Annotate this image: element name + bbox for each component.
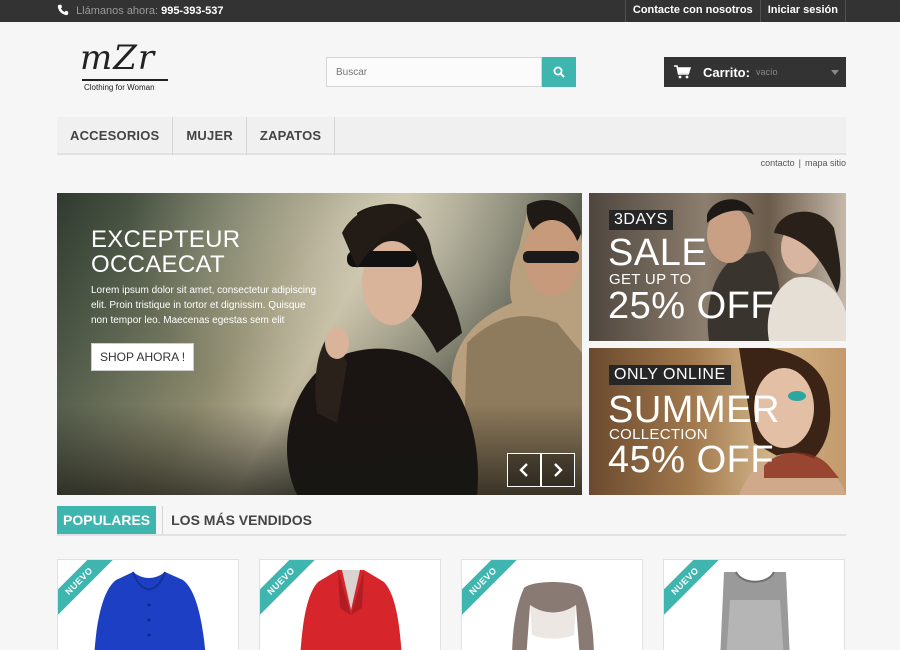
slider-nav	[507, 453, 575, 487]
promo-tag: ONLY ONLINE	[609, 365, 731, 385]
sitemap-sublink[interactable]: mapa sitio	[805, 158, 846, 168]
phone-label: Llámanos ahora:	[76, 5, 159, 17]
promo-headline: SUMMER	[608, 389, 780, 431]
chevron-right-icon	[554, 463, 563, 477]
contact-link[interactable]: Contacte con nosotros	[624, 0, 760, 22]
logo-tagline: Clothing for Woman	[84, 83, 155, 92]
slide-title: EXCEPTEUR OCCAECAT	[91, 226, 241, 278]
menu-item-zapatos[interactable]: ZAPATOS	[247, 117, 336, 155]
cart-icon	[674, 65, 691, 79]
product-card[interactable]: NUEVO	[461, 559, 643, 650]
top-links: Contacte con nosotros Iniciar sesión	[624, 0, 846, 22]
search-button[interactable]	[542, 57, 576, 87]
phone-info: Llámanos ahora: 995-393-537	[57, 4, 223, 17]
tab-populares[interactable]: POPULARES	[57, 506, 157, 534]
slider-prev-button[interactable]	[507, 453, 541, 487]
phone-icon	[57, 4, 69, 16]
slide-body: Lorem ipsum dolor sit amet, consectetur …	[91, 285, 317, 326]
contact-sublink[interactable]: contacto	[761, 158, 795, 168]
search-box	[326, 57, 576, 87]
search-icon	[553, 66, 565, 78]
product-card[interactable]: NUEVO	[663, 559, 845, 650]
tab-best-sellers[interactable]: LOS MÁS VENDIDOS	[162, 506, 320, 534]
slider-next-button[interactable]	[541, 453, 575, 487]
promo-tag: 3DAYS	[609, 210, 673, 230]
sublink-separator: |	[798, 158, 801, 168]
promo-banner-sale[interactable]: 3DAYS SALE GET UP TO 25% OFF	[589, 193, 846, 341]
cart-label: Carrito:	[703, 64, 750, 80]
product-card[interactable]: NUEVO	[259, 559, 441, 650]
promo-discount: 25% OFF	[608, 285, 775, 327]
promo-headline: SALE	[608, 232, 708, 274]
slider-shade	[57, 405, 582, 495]
search-input[interactable]	[326, 57, 542, 87]
sub-links: contacto | mapa sitio	[761, 158, 846, 168]
phone-number[interactable]: 995-393-537	[161, 5, 223, 17]
cart-status: vacío	[755, 67, 778, 77]
top-bar: Llámanos ahora: 995-393-537 Contacte con…	[0, 0, 900, 22]
slide-caption: EXCEPTEUR OCCAECAT Lorem ipsum dolor sit…	[91, 227, 331, 371]
promo-discount: 45% OFF	[608, 439, 775, 481]
promo-banner-summer[interactable]: ONLY ONLINE SUMMER COLLECTION 45% OFF	[589, 348, 846, 495]
cart-button[interactable]: Carrito: vacío	[664, 57, 846, 87]
chevron-left-icon	[519, 463, 528, 477]
hero-slider[interactable]: EXCEPTEUR OCCAECAT Lorem ipsum dolor sit…	[57, 193, 582, 495]
logo-underline	[82, 79, 168, 81]
shop-now-button[interactable]: SHOP AHORA !	[91, 343, 195, 371]
login-link[interactable]: Iniciar sesión	[759, 0, 846, 22]
product-tabs: POPULARES LOS MÁS VENDIDOS	[57, 506, 846, 536]
chevron-down-icon	[831, 70, 839, 75]
product-card[interactable]: NUEVO	[57, 559, 239, 650]
logo[interactable]: mZr Clothing for Woman	[80, 40, 180, 96]
menu-item-accesorios[interactable]: ACCESORIOS	[57, 117, 174, 155]
main-menu: ACCESORIOS MUJER ZAPATOS	[57, 117, 846, 155]
logo-mark: mZr	[80, 38, 156, 78]
menu-item-mujer[interactable]: MUJER	[173, 117, 247, 155]
